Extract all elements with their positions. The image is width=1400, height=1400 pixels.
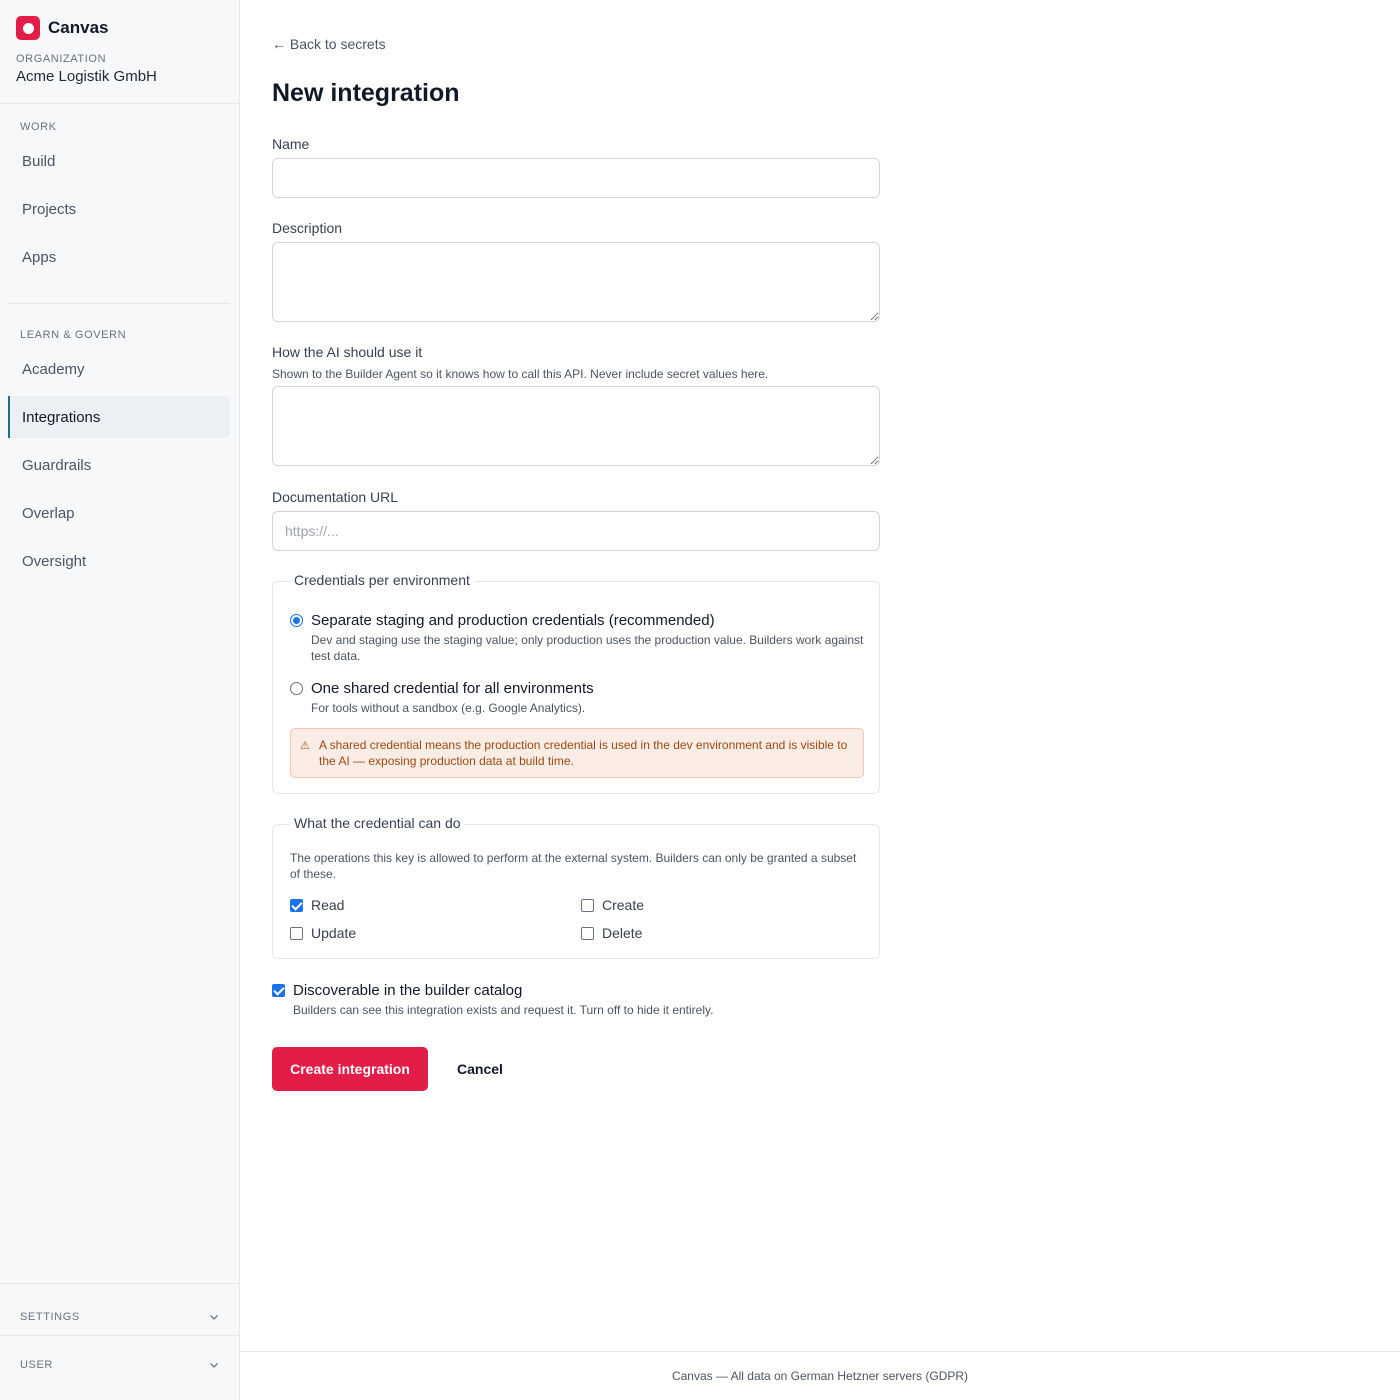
section-label-work: WORK: [20, 121, 57, 133]
sidebar-item-guardrails[interactable]: Guardrails: [8, 444, 230, 486]
name-label: Name: [272, 136, 310, 152]
shared-credential-warning: ⚠ A shared credential means the producti…: [290, 728, 864, 778]
organization-label: ORGANIZATION: [16, 53, 107, 65]
description-label: Description: [272, 220, 343, 236]
ai-usage-help: Shown to the Builder Agent so it knows h…: [272, 367, 769, 381]
credentials-legend: Credentials per environment: [290, 572, 474, 588]
separate-credentials-radio[interactable]: [290, 614, 303, 627]
sidebar-divider: [0, 103, 239, 104]
discoverable-description: Builders can see this integration exists…: [293, 1003, 714, 1017]
sidebar-divider: [0, 1283, 239, 1284]
credentials-fieldset: Credentials per environment Separate sta…: [272, 572, 880, 794]
ai-usage-label: How the AI should use it: [272, 344, 423, 360]
user-section-toggle[interactable]: USER: [20, 1359, 220, 1371]
sidebar-item-apps[interactable]: Apps: [8, 236, 230, 278]
organization-name[interactable]: Acme Logistik GmbH: [16, 68, 157, 85]
sidebar-item-overlap[interactable]: Overlap: [8, 492, 230, 534]
shared-credential-title: One shared credential for all environmen…: [311, 680, 594, 697]
permission-update[interactable]: Update: [290, 925, 356, 941]
create-checkbox[interactable]: [581, 898, 594, 912]
permission-create[interactable]: Create: [581, 897, 644, 913]
sidebar-item-oversight[interactable]: Oversight: [8, 540, 230, 582]
settings-label: SETTINGS: [20, 1311, 80, 1323]
page-title: New integration: [272, 79, 460, 107]
description-textarea[interactable]: [272, 242, 880, 322]
app-name: Canvas: [48, 18, 109, 37]
sidebar: Canvas ORGANIZATION Acme Logistik GmbH W…: [0, 0, 240, 1400]
create-integration-button[interactable]: Create integration: [272, 1047, 428, 1091]
canvas-logo-icon: [16, 16, 40, 40]
read-checkbox[interactable]: [290, 898, 303, 912]
chevron-down-icon: [210, 1315, 218, 1320]
permissions-legend: What the credential can do: [290, 815, 465, 831]
chevron-down-icon: [210, 1363, 218, 1368]
footer-text: Canvas — All data on German Hetzner serv…: [671, 1369, 969, 1383]
sidebar-item-academy[interactable]: Academy: [8, 348, 230, 390]
separate-credentials-option[interactable]: Separate staging and production credenti…: [290, 612, 715, 629]
ai-usage-textarea[interactable]: [272, 386, 880, 466]
discoverable-option[interactable]: Discoverable in the builder catalog: [272, 982, 522, 999]
page-footer: Canvas — All data on German Hetzner serv…: [240, 1351, 1400, 1400]
separate-credentials-description: Dev and staging use the staging value; o…: [311, 633, 864, 663]
permissions-description: The operations this key is allowed to pe…: [290, 851, 857, 881]
discoverable-checkbox[interactable]: [272, 984, 285, 997]
permissions-fieldset: What the credential can do The operation…: [272, 815, 880, 959]
shared-credential-option[interactable]: One shared credential for all environmen…: [290, 680, 594, 697]
separate-credentials-title: Separate staging and production credenti…: [311, 612, 715, 629]
sidebar-item-build[interactable]: Build: [8, 140, 230, 182]
documentation-url-label: Documentation URL: [272, 489, 399, 505]
name-input[interactable]: [272, 158, 880, 198]
section-label-learn-govern: LEARN & GOVERN: [20, 329, 127, 341]
warning-triangle-icon: ⚠: [300, 740, 310, 752]
discoverable-label: Discoverable in the builder catalog: [293, 982, 523, 999]
delete-label: Delete: [602, 925, 643, 941]
read-label: Read: [311, 897, 345, 913]
create-label: Create: [602, 897, 645, 913]
shared-credential-radio[interactable]: [290, 682, 303, 695]
back-to-secrets-link[interactable]: ← Back to secrets: [272, 36, 386, 52]
permission-read[interactable]: Read: [290, 897, 344, 913]
sidebar-item-projects[interactable]: Projects: [8, 188, 230, 230]
documentation-url-input[interactable]: [272, 511, 880, 551]
update-checkbox[interactable]: [290, 926, 303, 940]
shared-credential-description: For tools without a sandbox (e.g. Google…: [311, 701, 586, 715]
permission-delete[interactable]: Delete: [581, 925, 642, 941]
user-label: USER: [20, 1359, 53, 1371]
warning-text: A shared credential means the production…: [319, 738, 848, 768]
delete-checkbox[interactable]: [581, 926, 594, 940]
sidebar-divider: [8, 303, 230, 304]
update-label: Update: [311, 925, 357, 941]
brand[interactable]: Canvas: [16, 16, 108, 40]
settings-section-toggle[interactable]: SETTINGS: [20, 1311, 220, 1323]
cancel-button[interactable]: Cancel: [444, 1047, 516, 1091]
sidebar-item-integrations[interactable]: Integrations: [8, 396, 230, 438]
sidebar-divider: [0, 1335, 239, 1336]
